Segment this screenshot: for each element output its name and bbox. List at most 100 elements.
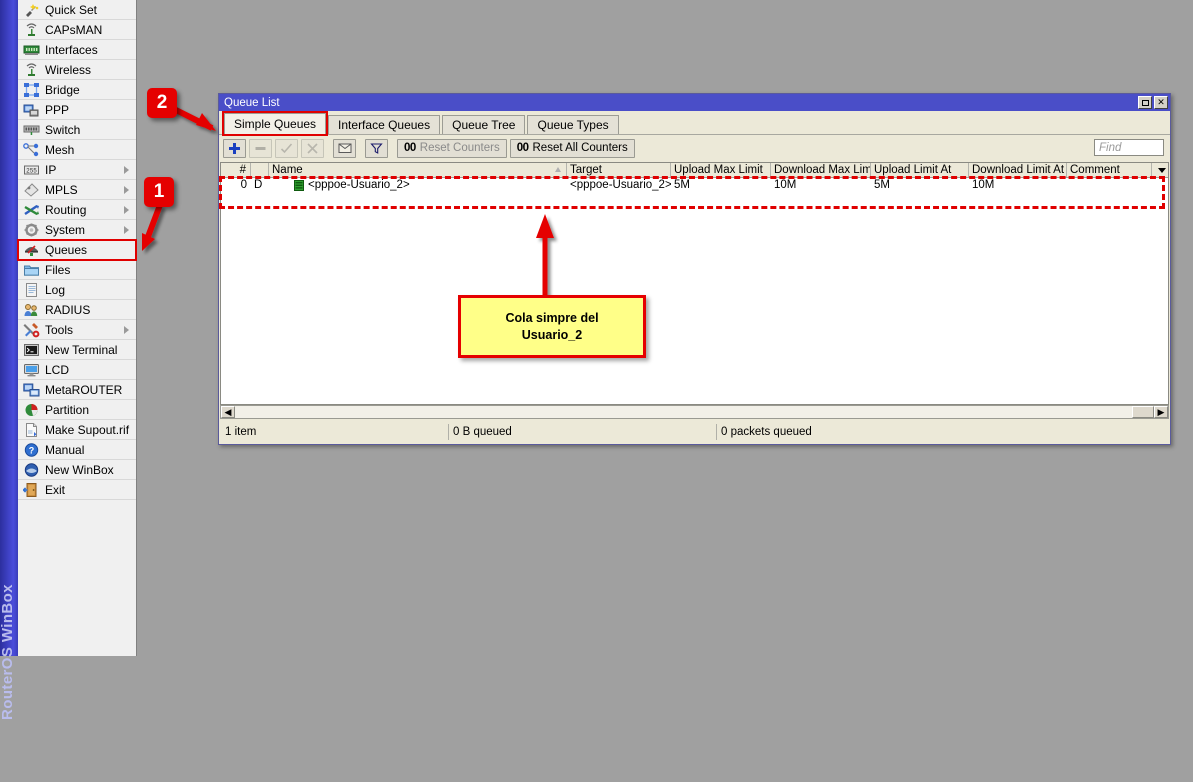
column-header-name[interactable]: Name [269,163,567,177]
sidebar-item-metarouter[interactable]: MetaROUTER [18,380,136,400]
sidebar-item-ip[interactable]: 255 IP [18,160,136,180]
reset-counters-button[interactable]: 00 Reset Counters [397,139,507,158]
terminal-icon [23,342,40,358]
cell-upload-limit-at: 5M [871,178,969,193]
maximize-button[interactable] [1138,96,1152,109]
arrow-badge1 [142,205,160,251]
scrollbar-track[interactable] [235,406,1132,418]
column-header-upload-limit-at[interactable]: Upload Limit At [871,163,969,177]
horizontal-scrollbar[interactable]: ◀ ▶ [220,405,1169,419]
sidebar-item-wireless[interactable]: Wireless [18,60,136,80]
toolbar: 00 Reset Counters 00 Reset All Counters … [219,135,1170,161]
close-button[interactable]: ✕ [1154,96,1168,109]
sidebar-item-label: New Terminal [45,340,117,360]
arrow-right-icon: ▶ [1158,408,1165,417]
comment-icon [338,142,352,154]
column-header-upload-max-limit[interactable]: Upload Max Limit [671,163,771,177]
chevron-right-icon [124,166,129,174]
sidebar-item-new-terminal[interactable]: New Terminal [18,340,136,360]
sidebar-item-log[interactable]: Log [18,280,136,300]
remove-button[interactable] [249,139,272,158]
sidebar-item-tools[interactable]: Tools [18,320,136,340]
enable-button[interactable] [275,139,298,158]
sidebar-item-mpls[interactable]: MPLS [18,180,136,200]
status-item-count: 1 item [220,424,448,440]
mesh-icon [23,142,40,158]
sidebar-item-label: New WinBox [45,460,114,480]
sidebar-item-routing[interactable]: Routing [18,200,136,220]
sidebar-item-capsman[interactable]: CAPsMAN [18,20,136,40]
metarouter-icon [23,382,40,398]
mpls-icon [23,182,40,198]
sidebar-item-label: Queues [45,240,87,260]
sidebar-item-exit[interactable]: Exit [18,480,136,500]
files-icon [23,262,40,278]
minus-icon [254,142,267,155]
svg-text:255: 255 [26,167,37,174]
table-row[interactable]: 0 D <pppoe-Usuario_2> <pppoe-Usuario_2> … [221,178,1168,193]
disable-button[interactable] [301,139,324,158]
sidebar-item-make-supout[interactable]: Make Supout.rif [18,420,136,440]
sidebar-brand-strip: RouterOS WinBox [0,0,18,656]
reset-all-counters-button[interactable]: 00 Reset All Counters [510,139,635,158]
window-titlebar[interactable]: Queue List ✕ [219,94,1170,111]
sidebar-item-quick-set[interactable]: Quick Set [18,0,136,20]
switch-icon [23,122,40,138]
chevron-right-icon [124,206,129,214]
sidebar-item-system[interactable]: System [18,220,136,240]
cell-download-max-limit: 10M [771,178,871,193]
sidebar-item-lcd[interactable]: LCD [18,360,136,380]
sidebar-item-ppp[interactable]: PPP [18,100,136,120]
column-header-index[interactable]: # [221,163,251,177]
status-bar: 1 item 0 B queued 0 packets queued [220,421,1169,443]
scrollbar-thumb[interactable] [1132,406,1154,418]
sidebar-item-new-winbox[interactable]: New WinBox [18,460,136,480]
scroll-left-button[interactable]: ◀ [221,406,235,418]
routing-icon [23,202,40,218]
add-button[interactable] [223,139,246,158]
filter-button[interactable] [365,139,388,158]
wireless-icon [23,62,40,78]
ip-icon: 255 [23,162,40,178]
scroll-right-button[interactable]: ▶ [1154,406,1168,418]
sidebar-item-label: Make Supout.rif [45,420,129,440]
check-icon [280,142,293,155]
cell-upload-max-limit: 5M [671,178,771,193]
status-packets-queued: 0 packets queued [716,424,1169,440]
sidebar-item-partition[interactable]: Partition [18,400,136,420]
column-header-target[interactable]: Target [567,163,671,177]
search-input[interactable]: Find [1094,139,1164,156]
sidebar-item-files[interactable]: Files [18,260,136,280]
queue-table: # Name Target Upload Max Limit Download … [220,162,1169,405]
reset-all-counters-prefix: 00 [517,142,529,154]
sidebar-item-mesh[interactable]: Mesh [18,140,136,160]
tab-simple-queues[interactable]: Simple Queues [224,113,326,134]
cell-download-limit-at: 10M [969,178,1067,193]
sidebar-item-interfaces[interactable]: Interfaces [18,40,136,60]
sidebar-item-label: Interfaces [45,40,98,60]
column-menu-button[interactable] [1152,163,1168,177]
column-header-flags[interactable] [251,163,269,177]
tab-queue-types[interactable]: Queue Types [527,115,618,134]
tab-interface-queues[interactable]: Interface Queues [328,115,440,134]
sidebar-item-label: Tools [45,320,73,340]
column-header-download-max-limit[interactable]: Download Max Limit [771,163,871,177]
column-header-comment[interactable]: Comment [1067,163,1152,177]
plus-icon [228,142,241,155]
tab-queue-tree[interactable]: Queue Tree [442,115,525,134]
cell-name: <pppoe-Usuario_2> [308,178,410,193]
sidebar-item-bridge[interactable]: Bridge [18,80,136,100]
comment-button[interactable] [333,139,356,158]
sidebar-item-label: IP [45,160,56,180]
sidebar-item-switch[interactable]: Switch [18,120,136,140]
sidebar-item-radius[interactable]: RADIUS [18,300,136,320]
capsman-icon [23,22,40,38]
sidebar-item-label: Bridge [45,80,80,100]
manual-icon: ? [23,442,40,458]
sidebar-item-manual[interactable]: ? Manual [18,440,136,460]
radius-icon [23,302,40,318]
sidebar-item-queues[interactable]: Queues [18,240,136,260]
queue-icon [294,180,304,191]
column-header-download-limit-at[interactable]: Download Limit At [969,163,1067,177]
exit-icon [23,482,40,498]
